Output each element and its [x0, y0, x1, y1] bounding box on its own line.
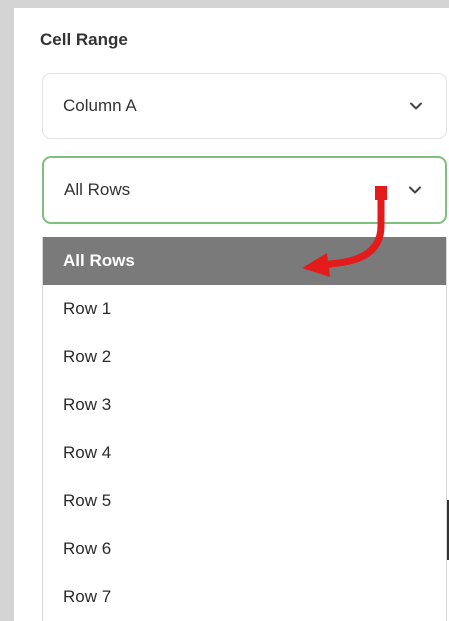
dropdown-option-row-4[interactable]: Row 4	[43, 429, 446, 477]
dropdown-option-row-3[interactable]: Row 3	[43, 381, 446, 429]
rows-select-value: All Rows	[64, 180, 131, 199]
window-left-border	[0, 0, 14, 621]
dropdown-option-row-2[interactable]: Row 2	[43, 333, 446, 381]
rows-select[interactable]: All Rows	[42, 156, 447, 224]
cell-range-heading: Cell Range	[40, 30, 128, 49]
chevron-down-icon	[409, 186, 421, 194]
dropdown-option-all-rows[interactable]: All Rows	[43, 237, 446, 285]
dropdown-option-row-1[interactable]: Row 1	[43, 285, 446, 333]
cell-range-panel: Cell Range Column A All Rows All Rows Ro…	[0, 0, 449, 621]
window-top-border	[0, 0, 449, 8]
chevron-down-icon	[410, 102, 422, 110]
dropdown-option-row-7[interactable]: Row 7	[43, 573, 446, 621]
dropdown-option-row-5[interactable]: Row 5	[43, 477, 446, 525]
column-select[interactable]: Column A	[42, 73, 447, 139]
dropdown-option-row-6[interactable]: Row 6	[43, 525, 446, 573]
rows-dropdown-list: All Rows Row 1 Row 2 Row 3 Row 4 Row 5 R…	[42, 237, 447, 621]
column-select-value: Column A	[63, 96, 137, 115]
